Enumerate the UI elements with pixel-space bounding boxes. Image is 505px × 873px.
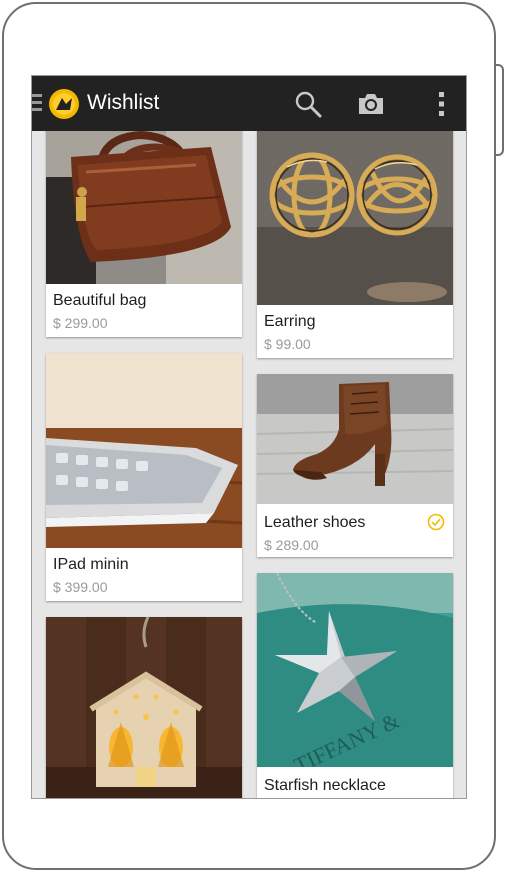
search-icon[interactable] [293,89,323,119]
item-name: Starfish necklace [264,777,386,794]
action-bar: Wishlist [32,76,466,131]
app-logo-icon[interactable] [48,88,80,120]
wishlist-card-earring[interactable]: Earring $ 99.00 [257,117,453,358]
item-price: $ 299.00 [53,315,108,331]
wishlist-check-icon[interactable] [427,513,445,531]
bag-photo [46,117,242,284]
app-screen: Beautiful bag $ 299.00 Earring $ 99.00 I… [31,75,467,799]
item-price: $ 399.00 [53,579,108,595]
item-name: Earring [264,313,316,330]
drawer-menu-icon[interactable] [32,94,42,112]
device-side-button [496,64,504,156]
shoes-photo [257,374,453,504]
item-name: Beautiful bag [53,292,147,309]
item-price: $ 289.00 [264,537,319,553]
ipad-photo [46,353,242,548]
camera-icon[interactable] [356,89,386,119]
wishlist-card-shoes[interactable]: Leather shoes $ 289.00 [257,374,453,557]
more-vert-icon[interactable] [427,89,457,119]
wishlist-card-necklace[interactable]: TIFFANY & Starfish necklace [257,573,453,798]
item-price: $ 99.00 [264,336,311,352]
wishlist-card-bag[interactable]: Beautiful bag $ 299.00 [46,117,242,337]
item-name: Leather shoes [264,514,366,531]
item-name: IPad minin [53,556,129,573]
house-lamp-photo [46,617,242,798]
wishlist-card-house-lamp[interactable] [46,617,242,798]
necklace-photo: TIFFANY & [257,573,453,767]
app-title: Wishlist [87,91,160,114]
earring-photo [257,117,453,305]
wishlist-card-ipad[interactable]: IPad minin $ 399.00 [46,353,242,601]
